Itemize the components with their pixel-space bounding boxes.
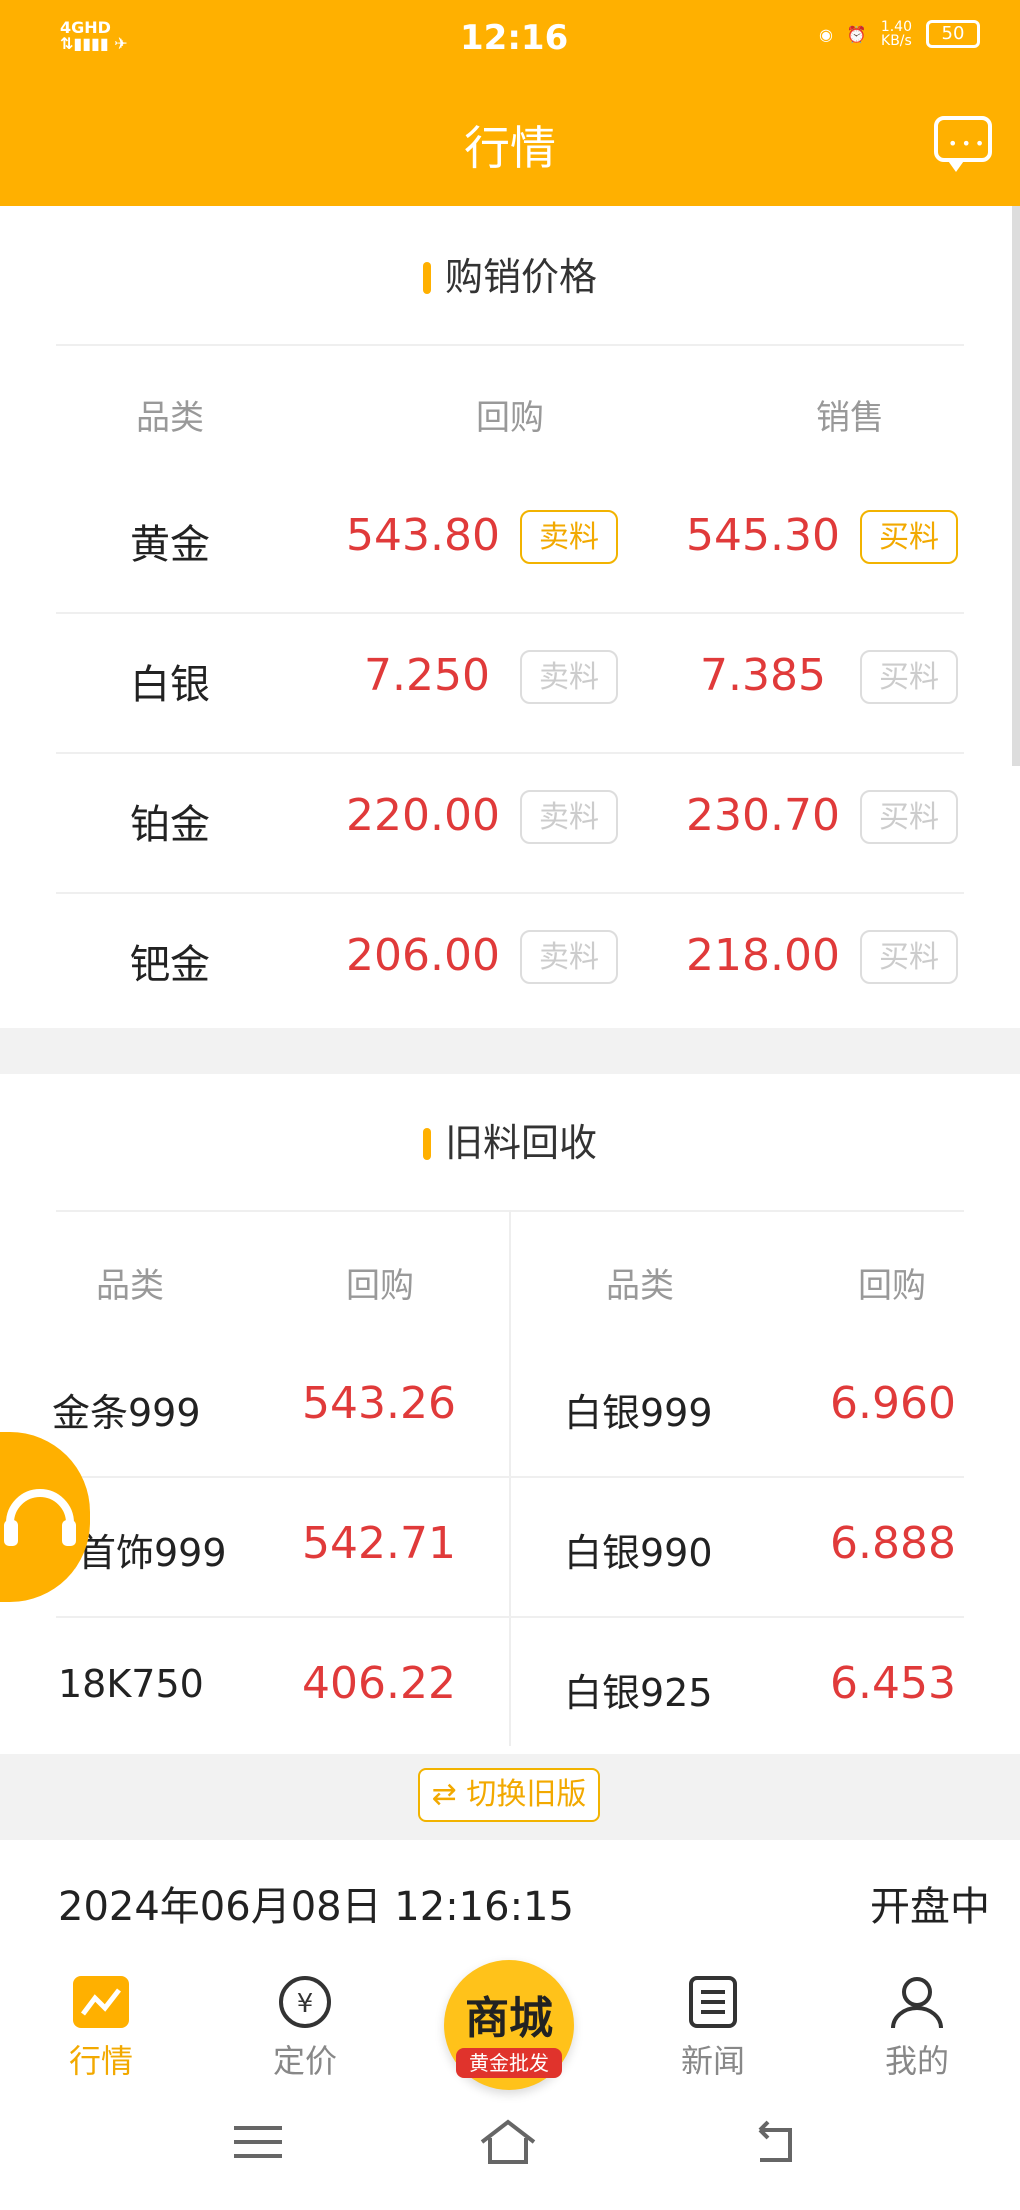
battery-icon: 50 xyxy=(926,20,980,48)
switch-old-version-button[interactable]: ⇄ 切换旧版 xyxy=(418,1768,600,1822)
recycle-item-price: 6.960 xyxy=(830,1378,956,1429)
palladium-sell-material-button[interactable]: 卖料 xyxy=(520,930,618,984)
platinum-sale-price: 230.70 xyxy=(686,790,840,841)
recycle-item-price: 6.453 xyxy=(830,1658,956,1709)
row-name-platinum: 铂金 xyxy=(130,802,210,848)
purchase-sales-card xyxy=(0,206,1020,1028)
status-time: 12:16 xyxy=(460,18,569,58)
row-name-silver: 白银 xyxy=(130,662,210,708)
tab-news[interactable]: 新闻 xyxy=(658,1974,768,2082)
silver-buyback-price: 7.250 xyxy=(364,650,490,701)
update-time: 2024年06月08日 12:16:15 xyxy=(58,1884,574,1930)
market-status: 开盘中 xyxy=(870,1884,990,1930)
row-name-palladium: 钯金 xyxy=(130,942,210,988)
recycle-col-buyback-right: 回购 xyxy=(858,1266,926,1306)
col-category: 品类 xyxy=(136,398,204,438)
divider xyxy=(56,892,964,894)
divider xyxy=(56,1476,964,1478)
gold-buy-material-button[interactable]: 买料 xyxy=(860,510,958,564)
back-icon[interactable] xyxy=(746,2112,806,2172)
tab-pricing[interactable]: ¥ 定价 xyxy=(250,1974,360,2082)
menu-icon[interactable] xyxy=(228,2112,288,2172)
recycle-item-price: 542.71 xyxy=(302,1518,456,1569)
title-mark xyxy=(422,262,431,294)
recycle-item-name: 白银990 xyxy=(564,1531,713,1575)
status-icons: ◉ ⏰ 1.40 KB/s 50 xyxy=(819,20,980,48)
gold-sell-material-button[interactable]: 卖料 xyxy=(520,510,618,564)
alarm-icon: ⏰ xyxy=(846,24,867,44)
location-icon: ◉ xyxy=(818,24,833,44)
tab-mine[interactable]: 我的 xyxy=(862,1974,972,2082)
platinum-buy-material-button[interactable]: 买料 xyxy=(860,790,958,844)
silver-sale-price: 7.385 xyxy=(700,650,826,701)
gold-sale-price: 545.30 xyxy=(686,510,840,561)
home-icon[interactable] xyxy=(478,2112,538,2172)
recycle-item-price: 406.22 xyxy=(302,1658,456,1709)
divider xyxy=(56,1616,964,1618)
recycle-item-name: 白银999 xyxy=(564,1391,713,1435)
mall-button[interactable]: 商城 黄金批发 xyxy=(444,1960,574,2090)
purchase-sales-title: 购销价格 xyxy=(0,246,1020,301)
divider xyxy=(56,344,964,346)
page-title: 行情 xyxy=(464,121,556,175)
silver-sell-material-button[interactable]: 卖料 xyxy=(520,650,618,704)
palladium-buy-material-button[interactable]: 买料 xyxy=(860,930,958,984)
chart-icon xyxy=(71,1974,131,2030)
recycle-col-buyback-left: 回购 xyxy=(346,1266,414,1306)
recycle-col-category-right: 品类 xyxy=(606,1266,674,1306)
news-icon xyxy=(683,1974,743,2030)
headset-icon xyxy=(4,1489,76,1546)
recycle-item-name: 金条999 xyxy=(52,1391,201,1435)
recycle-title: 旧料回收 xyxy=(0,1112,1020,1167)
row-name-gold: 黄金 xyxy=(130,522,210,568)
column-separator xyxy=(509,1210,511,1746)
svg-text:¥: ¥ xyxy=(297,1989,314,2019)
network-indicator: 4GHD ⇅▮▮▮▮ ✈ xyxy=(60,18,128,53)
tab-market[interactable]: 行情 xyxy=(46,1974,156,2082)
net-speed: 1.40 KB/s xyxy=(880,19,912,49)
divider xyxy=(56,612,964,614)
recycle-item-name: 白银925 xyxy=(564,1671,713,1715)
palladium-sale-price: 218.00 xyxy=(686,930,840,981)
recycle-col-category-left: 品类 xyxy=(96,1266,164,1306)
gold-buyback-price: 543.80 xyxy=(346,510,500,561)
user-icon xyxy=(887,1974,947,2030)
col-sale: 销售 xyxy=(816,398,884,438)
recycle-item-name: 18K750 xyxy=(58,1662,204,1706)
recycle-item-price: 543.26 xyxy=(302,1378,456,1429)
col-buyback: 回购 xyxy=(476,398,544,438)
yuan-refresh-icon: ¥ xyxy=(275,1974,335,2030)
divider xyxy=(56,752,964,754)
palladium-buyback-price: 206.00 xyxy=(346,930,500,981)
silver-buy-material-button[interactable]: 买料 xyxy=(860,650,958,704)
platinum-buyback-price: 220.00 xyxy=(346,790,500,841)
platinum-sell-material-button[interactable]: 卖料 xyxy=(520,790,618,844)
title-mark xyxy=(422,1128,431,1160)
recycle-item-price: 6.888 xyxy=(830,1518,956,1569)
message-icon[interactable]: ••• xyxy=(934,116,992,172)
